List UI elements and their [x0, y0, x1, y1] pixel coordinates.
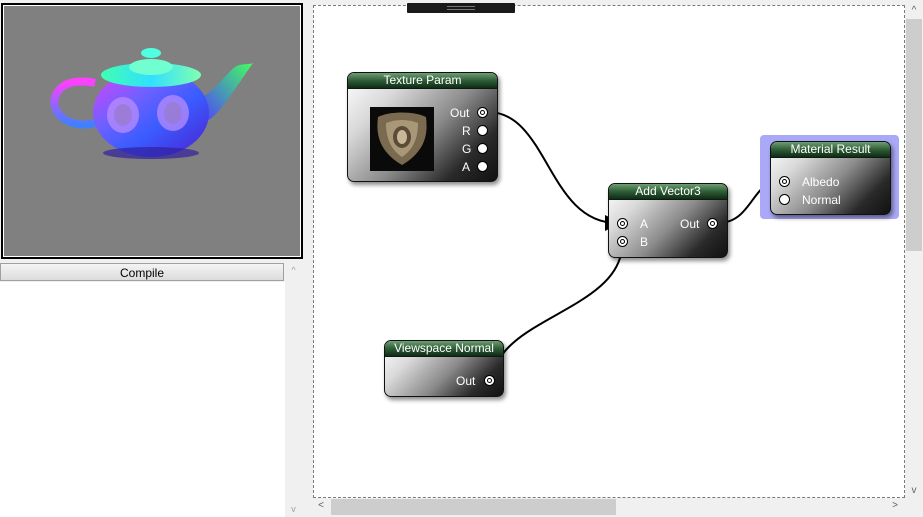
node-viewspace-normal[interactable]: Viewspace Normal Out [384, 340, 504, 397]
wire-viewspace-to-add-b [493, 242, 630, 380]
node-title: Texture Param [348, 73, 497, 89]
port-b[interactable] [617, 236, 628, 247]
vertical-scroll-thumb[interactable] [906, 19, 922, 251]
port-label-normal: Normal [802, 193, 841, 207]
port-albedo[interactable] [779, 176, 790, 187]
node-title: Add Vector3 [609, 184, 727, 200]
node-add-vector3[interactable]: Add Vector3 A B Out [608, 183, 728, 258]
node-title: Material Result [771, 142, 890, 158]
port-g[interactable] [477, 143, 488, 154]
port-label-out: Out [680, 217, 700, 231]
port-r[interactable] [477, 125, 488, 136]
wire-texture-to-add-a [487, 111, 621, 231]
scroll-left-arrow-icon[interactable]: < [313, 500, 329, 511]
port-label-g: G [462, 142, 472, 156]
node-material-result[interactable]: Material Result Albedo Normal [770, 141, 891, 215]
port-out[interactable] [484, 375, 495, 386]
horizontal-scrollbar[interactable]: < > [313, 498, 905, 517]
horizontal-scroll-thumb[interactable] [331, 499, 616, 515]
scroll-down-arrow-icon[interactable]: v [906, 485, 922, 496]
node-title: Viewspace Normal [385, 341, 503, 357]
node-texture-param[interactable]: Texture Param Out R G A [347, 72, 498, 182]
port-label-r: R [462, 124, 471, 138]
port-label-b: B [640, 235, 649, 249]
port-label-out: Out [456, 374, 476, 388]
port-a[interactable] [477, 161, 488, 172]
scroll-up-arrow-icon[interactable]: ^ [906, 5, 922, 16]
port-out[interactable] [707, 218, 718, 229]
port-a[interactable] [617, 218, 628, 229]
texture-thumbnail-image [370, 107, 434, 171]
port-out[interactable] [477, 107, 488, 118]
port-normal[interactable] [779, 194, 790, 205]
port-label-a: A [640, 217, 649, 231]
vertical-scrollbar[interactable]: ^ v [905, 5, 923, 498]
scroll-right-arrow-icon[interactable]: > [887, 500, 903, 511]
port-label-albedo: Albedo [802, 175, 840, 189]
port-label-out: Out [450, 106, 470, 120]
port-label-a: A [462, 160, 471, 174]
